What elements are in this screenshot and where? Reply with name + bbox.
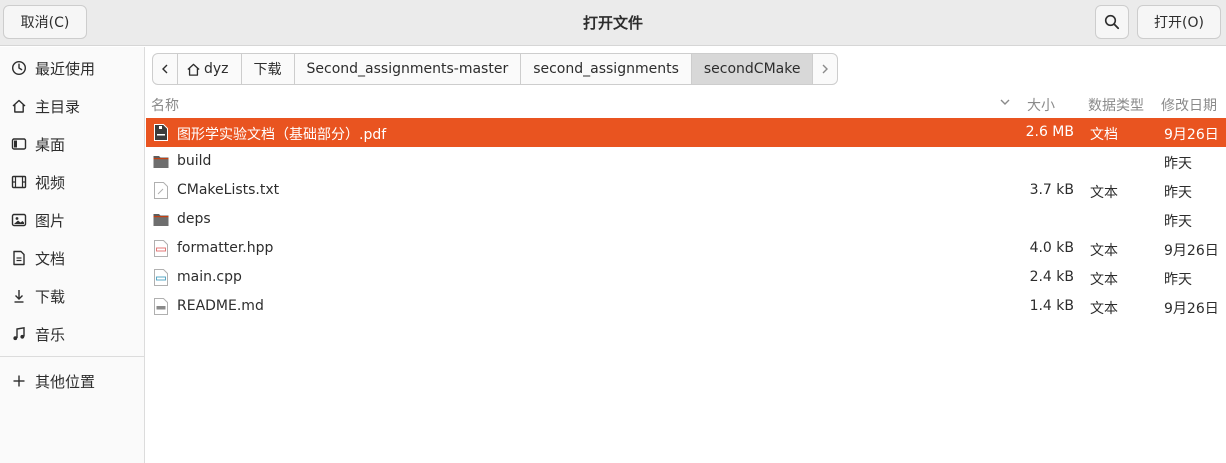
path-crumb-label: 下载 <box>253 62 282 78</box>
file-type: 文本 <box>1090 301 1118 317</box>
file-modified: 昨天 <box>1164 156 1192 172</box>
download-icon <box>10 287 28 305</box>
chevron-right-icon <box>822 64 829 74</box>
path-crumb-label: Second_assignments-master <box>306 61 509 77</box>
path-crumb-label: dyz <box>204 61 229 77</box>
sidebar-item-pictures[interactable]: 图片 <box>0 202 144 238</box>
sidebar-item-other-locations[interactable]: 其他位置 <box>0 363 144 399</box>
path-forward-button[interactable] <box>813 54 837 84</box>
path-crumb-label: secondCMake <box>703 61 801 77</box>
file-modified: 9月26日 <box>1164 301 1219 317</box>
folder-icon <box>153 214 169 226</box>
search-icon <box>1104 14 1120 30</box>
file-modified: 昨天 <box>1164 185 1192 201</box>
image-icon <box>10 211 28 229</box>
path-crumb-home[interactable]: dyz <box>178 54 242 84</box>
column-header-type[interactable]: 数据类型 <box>1088 95 1144 115</box>
sidebar-item-label: 最近使用 <box>35 59 96 78</box>
column-header-modified[interactable]: 修改日期 <box>1161 95 1217 115</box>
sidebar-item-label: 音乐 <box>35 325 66 344</box>
file-name: formatter.hpp <box>177 240 274 256</box>
sidebar-item-label: 视频 <box>35 173 66 192</box>
sidebar-item-label: 下载 <box>35 287 66 306</box>
file-row[interactable]: 图形学实验文档（基础部分）.pdf 2.6 MB 文档 9月26日 <box>146 118 1226 147</box>
document-icon <box>10 249 28 267</box>
chevron-left-icon <box>162 64 168 74</box>
open-button[interactable]: 打开(O) <box>1137 5 1221 39</box>
file-row[interactable]: main.cpp 2.4 kB 文本 昨天 <box>146 263 1226 292</box>
sidebar-item-label: 文档 <box>35 249 66 268</box>
file-row[interactable]: README.md 1.4 kB 文本 9月26日 <box>146 292 1226 321</box>
path-crumb-secondcmake[interactable]: secondCMake <box>691 54 814 84</box>
column-header-size[interactable]: 大小 <box>1027 95 1055 115</box>
path-back-button[interactable] <box>153 54 178 84</box>
file-name: build <box>177 153 212 169</box>
file-modified: 9月26日 <box>1164 127 1219 143</box>
chevron-down-icon[interactable] <box>999 96 1011 108</box>
path-bar: dyz 下载 Second_assignments-master second_… <box>152 53 839 85</box>
file-row[interactable]: CMakeLists.txt 3.7 kB 文本 昨天 <box>146 176 1226 205</box>
file-name: main.cpp <box>177 269 242 285</box>
home-icon <box>10 97 28 115</box>
file-size: 2.6 MB <box>1025 124 1074 140</box>
file-size: 2.4 kB <box>1029 269 1074 285</box>
sidebar-item-music[interactable]: 音乐 <box>0 316 144 352</box>
file-row[interactable]: deps 昨天 <box>146 205 1226 234</box>
folder-icon <box>153 156 169 168</box>
sidebar-item-videos[interactable]: 视频 <box>0 164 144 200</box>
sidebar-item-home[interactable]: 主目录 <box>0 88 144 124</box>
path-crumb-second-assignments-master[interactable]: Second_assignments-master <box>295 54 522 84</box>
search-button[interactable] <box>1095 5 1129 39</box>
sidebar-item-label: 桌面 <box>35 135 66 154</box>
file-row[interactable]: formatter.hpp 4.0 kB 文本 9月26日 <box>146 234 1226 263</box>
file-size: 1.4 kB <box>1029 298 1074 314</box>
sidebar-item-label: 图片 <box>35 211 66 230</box>
column-header-name[interactable]: 名称 <box>151 95 179 115</box>
path-crumb-downloads[interactable]: 下载 <box>242 54 295 84</box>
path-crumb-label: second_assignments <box>533 61 679 77</box>
text-file-icon <box>154 182 168 199</box>
file-name: CMakeLists.txt <box>177 182 280 198</box>
music-icon <box>10 325 28 343</box>
file-name: deps <box>177 211 211 227</box>
file-size: 3.7 kB <box>1029 182 1074 198</box>
pdf-file-icon <box>154 124 168 141</box>
sidebar-item-documents[interactable]: 文档 <box>0 240 144 276</box>
file-type: 文本 <box>1090 185 1118 201</box>
file-type: 文本 <box>1090 272 1118 288</box>
path-crumb-second-assignments[interactable]: second_assignments <box>521 54 692 84</box>
home-icon <box>187 63 200 76</box>
clock-icon <box>10 59 28 77</box>
markdown-file-icon <box>154 298 168 315</box>
sidebar-item-recent[interactable]: 最近使用 <box>0 50 144 86</box>
sidebar-item-label: 主目录 <box>35 97 81 116</box>
file-name: README.md <box>177 298 264 314</box>
file-row[interactable]: build 昨天 <box>146 147 1226 176</box>
file-modified: 昨天 <box>1164 272 1192 288</box>
plus-icon <box>10 372 28 390</box>
file-type: 文本 <box>1090 243 1118 259</box>
cpp-file-icon <box>154 269 168 286</box>
file-size: 4.0 kB <box>1029 240 1074 256</box>
sidebar-item-downloads[interactable]: 下载 <box>0 278 144 314</box>
sidebar-item-label: 其他位置 <box>35 372 96 391</box>
dialog-title: 打开文件 <box>582 14 643 32</box>
header-bar: 取消(C) 打开文件 打开(O) <box>0 0 1226 46</box>
sidebar-divider <box>0 356 144 357</box>
file-modified: 昨天 <box>1164 214 1192 230</box>
header-file-icon <box>154 240 168 257</box>
desktop-icon <box>10 135 28 153</box>
file-name: 图形学实验文档（基础部分）.pdf <box>177 127 387 143</box>
file-modified: 9月26日 <box>1164 243 1219 259</box>
sidebar-item-desktop[interactable]: 桌面 <box>0 126 144 162</box>
film-icon <box>10 173 28 191</box>
cancel-button[interactable]: 取消(C) <box>3 5 87 39</box>
file-type: 文档 <box>1090 127 1118 143</box>
sidebar: 最近使用 主目录 桌面 视频 图片 文档 下载 音乐 其他位置 <box>0 47 145 463</box>
